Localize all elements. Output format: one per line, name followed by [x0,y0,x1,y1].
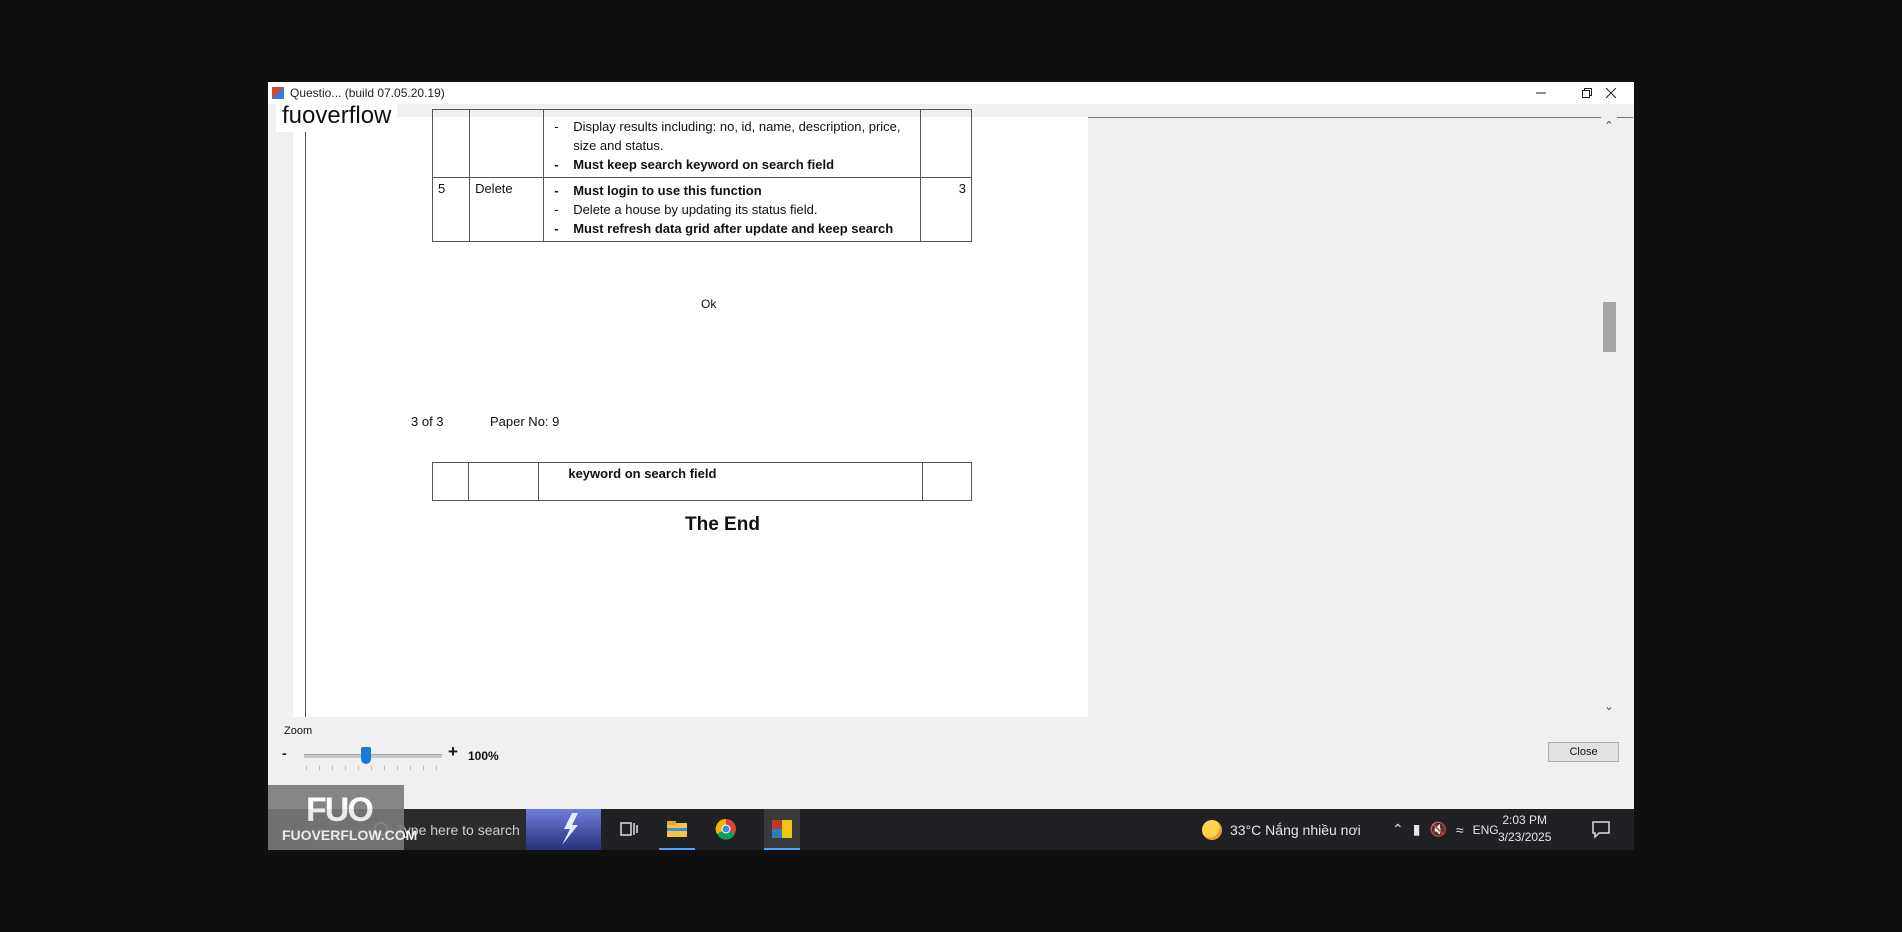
scroll-up-icon[interactable]: ⌃ [1601,119,1617,133]
zoom-label: Zoom [284,725,313,737]
zoom-value: 100% [468,749,499,763]
end-heading: The End [685,514,760,535]
speaker-muted-icon[interactable]: 🔇 [1429,821,1446,838]
minimize-button[interactable] [1518,82,1564,104]
clock-time: 2:03 PM [1502,813,1548,827]
close-window-button[interactable] [1588,82,1634,104]
window-title: Questio... (build 07.05.20.19) [290,86,445,100]
minimize-icon [1536,92,1546,94]
brand-watermark: fuoverflow [276,100,398,132]
system-tray: ⌃ ▮ 🔇 ≈ ENG [1392,809,1499,850]
clock-date: 3/23/2025 [1498,830,1552,844]
chevron-up-icon[interactable]: ⌃ [1392,821,1404,838]
file-explorer-icon[interactable] [666,818,688,840]
list-item: Must login to use this function [549,181,915,200]
weather-widget[interactable]: 33°C Nắng nhiều nơi [1202,809,1361,850]
list-item: Delete a house by updating its status fi… [549,200,915,219]
active-app-indicator [764,848,800,850]
weather-sun-icon [1202,819,1222,840]
table-cell-text: keyword on search field [538,462,924,501]
app-icon [272,87,284,99]
clock[interactable]: 2:03 PM 3/23/2025 [1498,812,1551,846]
page-left-border [305,117,306,717]
continuation-table: keyword on search field [432,462,972,501]
close-icon [1606,88,1616,98]
app-window: Questio... (build 07.05.20.19) fuoverflo… [268,82,1634,850]
taskbar: Type here to search 33°C Nắng nhiều nơi … [268,809,1634,850]
bullet-list: Display results including: no, id, name,… [549,117,915,174]
list-item: Must refresh data grid after update and … [549,219,915,238]
scroll-thumb[interactable] [1603,302,1616,352]
notification-icon[interactable] [1590,818,1612,840]
page-number: 3 of 3 [411,414,444,429]
lightning-icon [562,813,578,845]
paper-number: Paper No: 9 [490,414,560,429]
fuo-site-text: FUOVERFLOW.COM [282,827,418,843]
document-page: Display results including: no, id, name,… [293,109,1088,717]
vertical-scrollbar[interactable]: ⌃ ⌄ [1601,117,1617,717]
language-indicator[interactable]: ENG [1473,823,1499,837]
wifi-icon[interactable]: ≈ [1456,822,1464,838]
zoom-slider-thumb[interactable] [361,747,372,764]
scroll-down-icon[interactable]: ⌄ [1601,700,1617,714]
list-item: Must keep search keyword on search field [549,155,915,174]
ok-text: Ok [701,297,717,311]
list-item: Display results including: no, id, name,… [549,117,915,136]
exam-app-taskbar-button[interactable] [764,809,800,850]
fuo-logo-text: FUO [306,791,374,829]
active-app-indicator [659,848,695,850]
task-view-icon[interactable] [618,818,640,840]
document-viewer: Display results including: no, id, name,… [268,109,1634,717]
weather-text: 33°C Nắng nhiều nơi [1230,821,1361,838]
zoom-in-button[interactable]: + [448,742,458,762]
bullet-list: Must login to use this function Delete a… [549,181,915,238]
table-row: Display results including: no, id, name,… [431,109,973,178]
table-row: 5 Delete Must login to use this function… [431,177,973,242]
zoom-out-button[interactable]: - [282,745,287,761]
chrome-icon[interactable] [715,818,737,840]
mark-value: 3 [919,177,973,242]
zoom-slider-track[interactable] [304,754,442,758]
requirements-table: Display results including: no, id, name,… [431,109,973,242]
fuo-watermark-badge: FUO FUOVERFLOW.COM [268,785,417,850]
search-highlight-image [526,809,601,850]
close-button[interactable]: Close [1548,742,1619,762]
zoom-slider-ticks [306,766,442,770]
title-bar: Questio... (build 07.05.20.19) [268,82,1634,104]
battery-icon[interactable]: ▮ [1413,821,1421,838]
list-item: size and status. [573,138,664,153]
row-number: 5 [431,177,471,242]
table-row: keyword on search field [432,462,972,501]
function-name: Delete [469,177,545,242]
